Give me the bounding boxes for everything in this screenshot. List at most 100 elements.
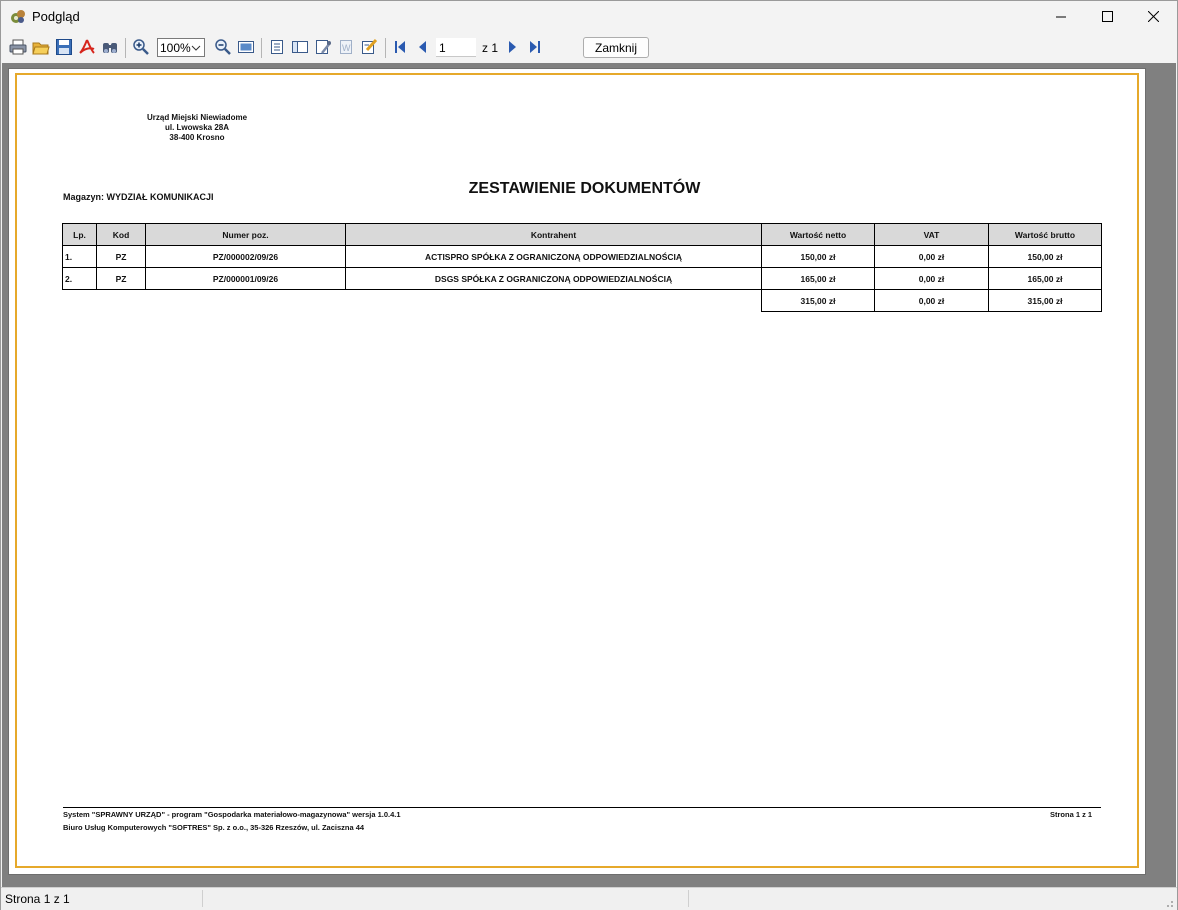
next-page-icon [509, 41, 516, 53]
two-pages-icon [292, 41, 308, 53]
net-value: 165,00 zł [761, 267, 875, 290]
find-icon [103, 43, 117, 53]
chevron-down-icon [189, 40, 203, 55]
column-header: Kod [96, 223, 146, 246]
title-bar: Podgląd [1, 1, 1177, 32]
zoom-select[interactable]: 100% [157, 38, 205, 57]
save-button[interactable] [54, 37, 74, 57]
print-button[interactable] [8, 37, 28, 57]
total-net: 315,00 zł [761, 289, 875, 312]
watermark-button[interactable]: W [336, 37, 356, 57]
next-page-button[interactable] [503, 37, 523, 57]
page-frame: Urząd Miejski Niewiadome ul. Lwowska 28A… [15, 73, 1139, 868]
toolbar-separator [261, 38, 262, 58]
document-number: PZ/000001/09/26 [145, 267, 346, 290]
edit-icon [362, 38, 378, 54]
preview-window: Podgląd 100% W 1 z 1 Zamknij Urząd Miejs… [0, 0, 1178, 910]
fit-page-icon [238, 41, 254, 53]
pdf-icon [79, 39, 95, 54]
fit-page-button[interactable] [236, 37, 256, 57]
status-separator [202, 890, 203, 907]
zoom-out-button[interactable] [213, 37, 233, 57]
resize-grip-icon[interactable] [1164, 898, 1174, 908]
zoom-out-icon [215, 39, 231, 55]
document-number: PZ/000002/09/26 [145, 245, 346, 268]
footer-divider [63, 807, 1101, 808]
single-page-icon [271, 40, 283, 54]
close-window-button[interactable] [1130, 1, 1176, 32]
edit-button[interactable] [359, 37, 379, 57]
footer-page-number: Strona 1 z 1 [1050, 810, 1093, 819]
page-number-input[interactable] [436, 38, 476, 57]
contractor: DSGS SPÓŁKA Z OGRANICZONĄ ODPOWIEDZIALNO… [345, 267, 762, 290]
minimize-icon [1055, 16, 1066, 18]
printer-icon [9, 39, 27, 55]
net-value: 150,00 zł [761, 245, 875, 268]
toolbar-separator [125, 38, 126, 58]
row-number: 1. [62, 245, 97, 268]
open-button[interactable] [31, 37, 51, 57]
first-page-icon [395, 41, 405, 53]
row-number: 2. [62, 267, 97, 290]
column-header: Wartość brutto [988, 223, 1102, 246]
table-row: 1. PZ PZ/000002/09/26 ACTISPRO SPÓŁKA Z … [62, 245, 1102, 268]
contractor: ACTISPRO SPÓŁKA Z OGRANICZONĄ ODPOWIEDZI… [345, 245, 762, 268]
maximize-button[interactable] [1084, 1, 1130, 32]
vat-value: 0,00 zł [874, 245, 989, 268]
watermark-icon: W [340, 40, 352, 54]
zoom-value: 100% [160, 41, 191, 55]
zoom-in-button[interactable] [131, 37, 151, 57]
previous-page-button[interactable] [412, 37, 432, 57]
last-page-icon [530, 41, 540, 53]
footer-system-info: System "SPRAWNY URZĄD" - program "Gospod… [63, 810, 401, 819]
org-street: ul. Lwowska 28A [164, 123, 230, 132]
single-page-button[interactable] [267, 37, 287, 57]
org-name: Urząd Miejski Niewiadome [146, 113, 248, 122]
svg-text:W: W [342, 43, 351, 53]
close-icon [1147, 11, 1159, 22]
totals-spacer [63, 290, 762, 312]
minimize-button[interactable] [1038, 1, 1084, 32]
gross-value: 165,00 zł [988, 267, 1102, 290]
totals-row: 315,00 zł 0,00 zł 315,00 zł [63, 289, 1102, 312]
page-count-label: z 1 [482, 41, 499, 55]
open-folder-icon [32, 42, 50, 55]
report-page: Urząd Miejski Niewiadome ul. Lwowska 28A… [8, 68, 1146, 875]
gross-value: 150,00 zł [988, 245, 1102, 268]
first-page-button[interactable] [390, 37, 410, 57]
status-bar: Strona 1 z 1 [1, 887, 1177, 910]
total-vat: 0,00 zł [874, 289, 989, 312]
toolbar-separator [385, 38, 386, 58]
find-button[interactable] [100, 37, 120, 57]
prev-page-icon [419, 41, 426, 53]
documents-table: Lp. Kod Numer poz. Kontrahent Wartość ne… [62, 223, 1102, 312]
two-pages-button[interactable] [290, 37, 310, 57]
toolbar: 100% W 1 z 1 Zamknij [1, 32, 1177, 63]
footer-company-info: Biuro Usług Komputerowych "SOFTRES" Sp. … [63, 823, 365, 832]
column-header: VAT [874, 223, 989, 246]
zoom-in-icon [133, 39, 149, 55]
save-icon [56, 39, 72, 55]
export-pdf-button[interactable] [77, 37, 97, 57]
document-code: PZ [96, 267, 146, 290]
preview-area[interactable]: Urząd Miejski Niewiadome ul. Lwowska 28A… [2, 63, 1176, 887]
settings-icon [316, 40, 331, 54]
last-page-button[interactable] [525, 37, 545, 57]
total-gross: 315,00 zł [988, 289, 1102, 312]
document-code: PZ [96, 245, 146, 268]
maximize-icon [1101, 11, 1113, 22]
org-city: 38-400 Krosno [169, 133, 225, 142]
page-settings-button[interactable] [313, 37, 333, 57]
status-separator [688, 890, 689, 907]
column-header: Numer poz. [145, 223, 346, 246]
app-icon [11, 10, 25, 23]
column-header: Kontrahent [345, 223, 762, 246]
close-preview-button[interactable]: Zamknij [583, 37, 649, 58]
window-title: Podgląd [32, 9, 80, 24]
status-page-info: Strona 1 z 1 [5, 892, 70, 906]
warehouse-label: Magazyn: WYDZIAŁ KOMUNIKACJI [63, 192, 214, 202]
report-title: ZESTAWIENIE DOKUMENTÓW [468, 180, 701, 197]
column-header: Lp. [62, 223, 97, 246]
column-header: Wartość netto [761, 223, 875, 246]
table-header-row: Lp. Kod Numer poz. Kontrahent Wartość ne… [62, 223, 1102, 246]
